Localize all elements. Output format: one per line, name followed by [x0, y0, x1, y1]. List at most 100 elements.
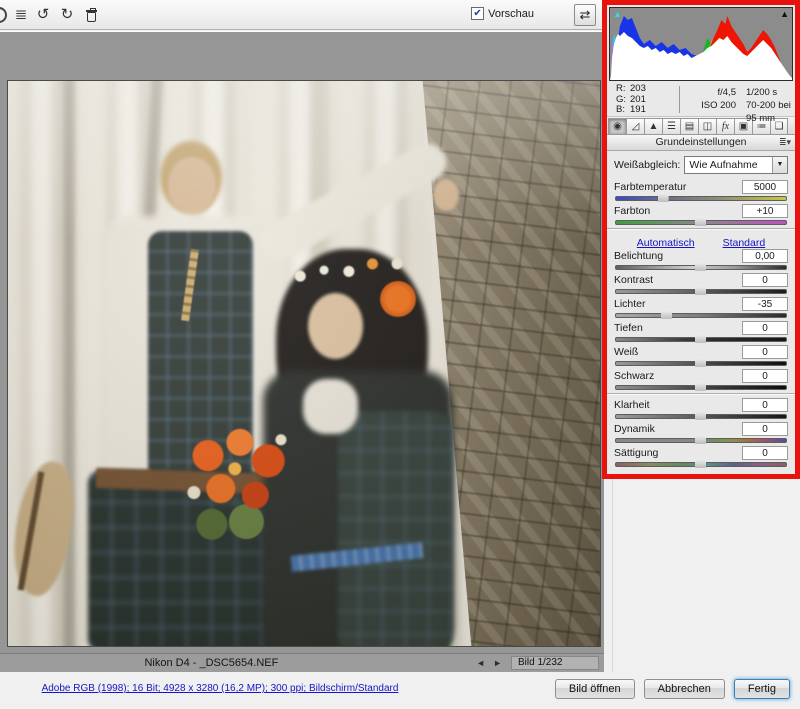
whites-label: Weiß: [614, 346, 638, 358]
highlights-label: Lichter: [614, 298, 646, 310]
basic-icon: ◉: [613, 121, 622, 132]
tab-basic[interactable]: ◉: [608, 118, 626, 135]
chevron-down-icon: ▼: [772, 157, 787, 173]
lens-info: 70-200 bei 95 mm: [746, 99, 795, 125]
rgb-readout: R:203 G:201 B:191: [616, 84, 646, 116]
rotate-right-button[interactable]: ↻: [56, 4, 78, 26]
exposure-slider-track[interactable]: [615, 265, 787, 270]
done-button[interactable]: Fertig: [734, 679, 790, 699]
contrast-label: Kontrast: [614, 274, 653, 286]
previous-image-button[interactable]: ◄: [476, 658, 485, 668]
panel-menu-button[interactable]: ≣▾: [779, 135, 791, 150]
whites-slider-track[interactable]: [615, 361, 787, 366]
b-label: B:: [616, 105, 630, 116]
rotate-left-button[interactable]: ↺: [32, 4, 54, 26]
section-divider: [607, 228, 795, 229]
exposure-label: Belichtung: [614, 250, 663, 262]
blacks-value-field[interactable]: 0: [742, 369, 788, 383]
tint-value-field[interactable]: +10: [742, 204, 788, 218]
filmstrip-bar: Nikon D4 - _DSC5654.NEF ◄ ► Bild 1/232: [0, 653, 604, 672]
shadows-value-field[interactable]: 0: [742, 321, 788, 335]
shadows-label: Tiefen: [614, 322, 643, 334]
dialog-footer: Adobe RGB (1998); 16 Bit; 4928 x 3280 (1…: [0, 672, 800, 709]
highlights-value-field[interactable]: -35: [742, 297, 788, 311]
clarity-slider-track[interactable]: [615, 414, 787, 419]
photo-shape: [63, 81, 75, 646]
white-balance-dropdown[interactable]: Wie Aufnahme ▼: [684, 156, 788, 174]
slider-area: Farbtemperatur 5000 Farbton +10 Automatisch S…: [614, 180, 788, 467]
exposure-info: R:203 G:201 B:191 f/4,5 1/200 s ISO 200 …: [607, 83, 795, 116]
slider-exposure: Belichtung 0,00: [614, 249, 788, 270]
image-filename: Nikon D4 - _DSC5654.NEF: [0, 657, 423, 669]
tab-hsl-grayscale[interactable]: ☰: [662, 118, 680, 135]
trash-icon: [87, 12, 96, 22]
slider-highlights: Lichter -35: [614, 297, 788, 318]
preview-checkbox[interactable]: ✔: [471, 7, 484, 20]
highlights-slider-track[interactable]: [615, 313, 787, 318]
vibrance-value-field[interactable]: 0: [742, 422, 788, 436]
panel-title: Grundeinstellungen: [655, 136, 746, 148]
b-value: 191: [630, 104, 646, 115]
exposure-value-field[interactable]: 0,00: [742, 249, 788, 263]
adjustments-panel: ▲ ▲ R:203 G:201 B:191 f/4,5 1/200 s ISO …: [602, 0, 800, 479]
filmstrip-menu-button[interactable]: ≣: [10, 4, 32, 26]
white-balance-label: Weißabgleich:: [614, 159, 680, 171]
zoom-tool-icon[interactable]: [0, 7, 7, 23]
delete-button[interactable]: [80, 4, 102, 26]
open-image-button[interactable]: Bild öffnen: [555, 679, 635, 699]
photo-shape: [168, 157, 216, 215]
panel-edge-line: [612, 479, 613, 672]
preview-label: Vorschau: [488, 8, 534, 20]
photo-shape: [433, 179, 459, 211]
image-navigation: ◄ ► Bild 1/232: [472, 656, 599, 670]
shadow-clipping-toggle[interactable]: ▲: [613, 9, 622, 19]
auto-link[interactable]: Automatisch: [637, 237, 695, 249]
tone-links-row: Automatisch Standard: [614, 233, 788, 247]
saturation-slider-track[interactable]: [615, 462, 787, 467]
blacks-label: Schwarz: [614, 370, 654, 382]
r-label: R:: [616, 84, 630, 95]
shadows-slider-track[interactable]: [615, 337, 787, 342]
contrast-value-field[interactable]: 0: [742, 273, 788, 287]
tint-label: Farbton: [614, 205, 650, 217]
detail-icon: ▲: [649, 121, 659, 132]
capture-settings: f/4,5 1/200 s ISO 200 70-200 bei 95 mm: [679, 86, 795, 113]
workflow-options-link[interactable]: Adobe RGB (1998); 16 Bit; 4928 x 3280 (1…: [0, 683, 440, 694]
r-value: 203: [630, 83, 646, 94]
toggle-fullscreen-button[interactable]: ⇄: [574, 4, 596, 26]
image-workspace: Nikon D4 - _DSC5654.NEF ◄ ► Bild 1/232: [0, 31, 604, 672]
g-value: 201: [630, 94, 646, 105]
tone-curve-icon: ◿: [632, 121, 640, 132]
photo-shape: [303, 379, 358, 434]
footer-buttons: Bild öffnen Abbrechen Fertig: [546, 679, 790, 699]
vibrance-slider-track[interactable]: [615, 438, 787, 443]
slider-vibrance: Dynamik0: [614, 422, 788, 443]
photo: [8, 81, 600, 646]
slider-saturation: Sättigung0: [614, 446, 788, 467]
default-link[interactable]: Standard: [723, 237, 766, 249]
clarity-label: Klarheit: [614, 399, 650, 411]
temperature-slider-track[interactable]: [615, 196, 787, 201]
section-divider: [607, 393, 795, 394]
tab-detail[interactable]: ▲: [644, 118, 662, 135]
contrast-slider-track[interactable]: [615, 289, 787, 294]
blacks-slider-track[interactable]: [615, 385, 787, 390]
whites-value-field[interactable]: 0: [742, 345, 788, 359]
slider-shadows: Tiefen 0: [614, 321, 788, 342]
next-image-button[interactable]: ►: [493, 658, 502, 668]
fullscreen-icon: ⇄: [580, 7, 591, 22]
clarity-value-field[interactable]: 0: [742, 398, 788, 412]
bouquet: [176, 416, 304, 548]
highlight-clipping-toggle[interactable]: ▲: [780, 9, 789, 19]
cancel-button[interactable]: Abbrechen: [644, 679, 725, 699]
slider-temperature: Farbtemperatur 5000: [614, 180, 788, 201]
histogram-canvas: [610, 8, 792, 80]
temperature-label: Farbtemperatur: [614, 181, 686, 193]
saturation-value-field[interactable]: 0: [742, 446, 788, 460]
aperture: f/4,5: [692, 86, 736, 99]
temperature-value-field[interactable]: 5000: [742, 180, 788, 194]
preview-area: ✔ Vorschau: [471, 7, 534, 20]
tint-slider-track[interactable]: [615, 220, 787, 225]
histogram: ▲ ▲: [609, 7, 793, 81]
tab-tone-curve[interactable]: ◿: [626, 118, 644, 135]
